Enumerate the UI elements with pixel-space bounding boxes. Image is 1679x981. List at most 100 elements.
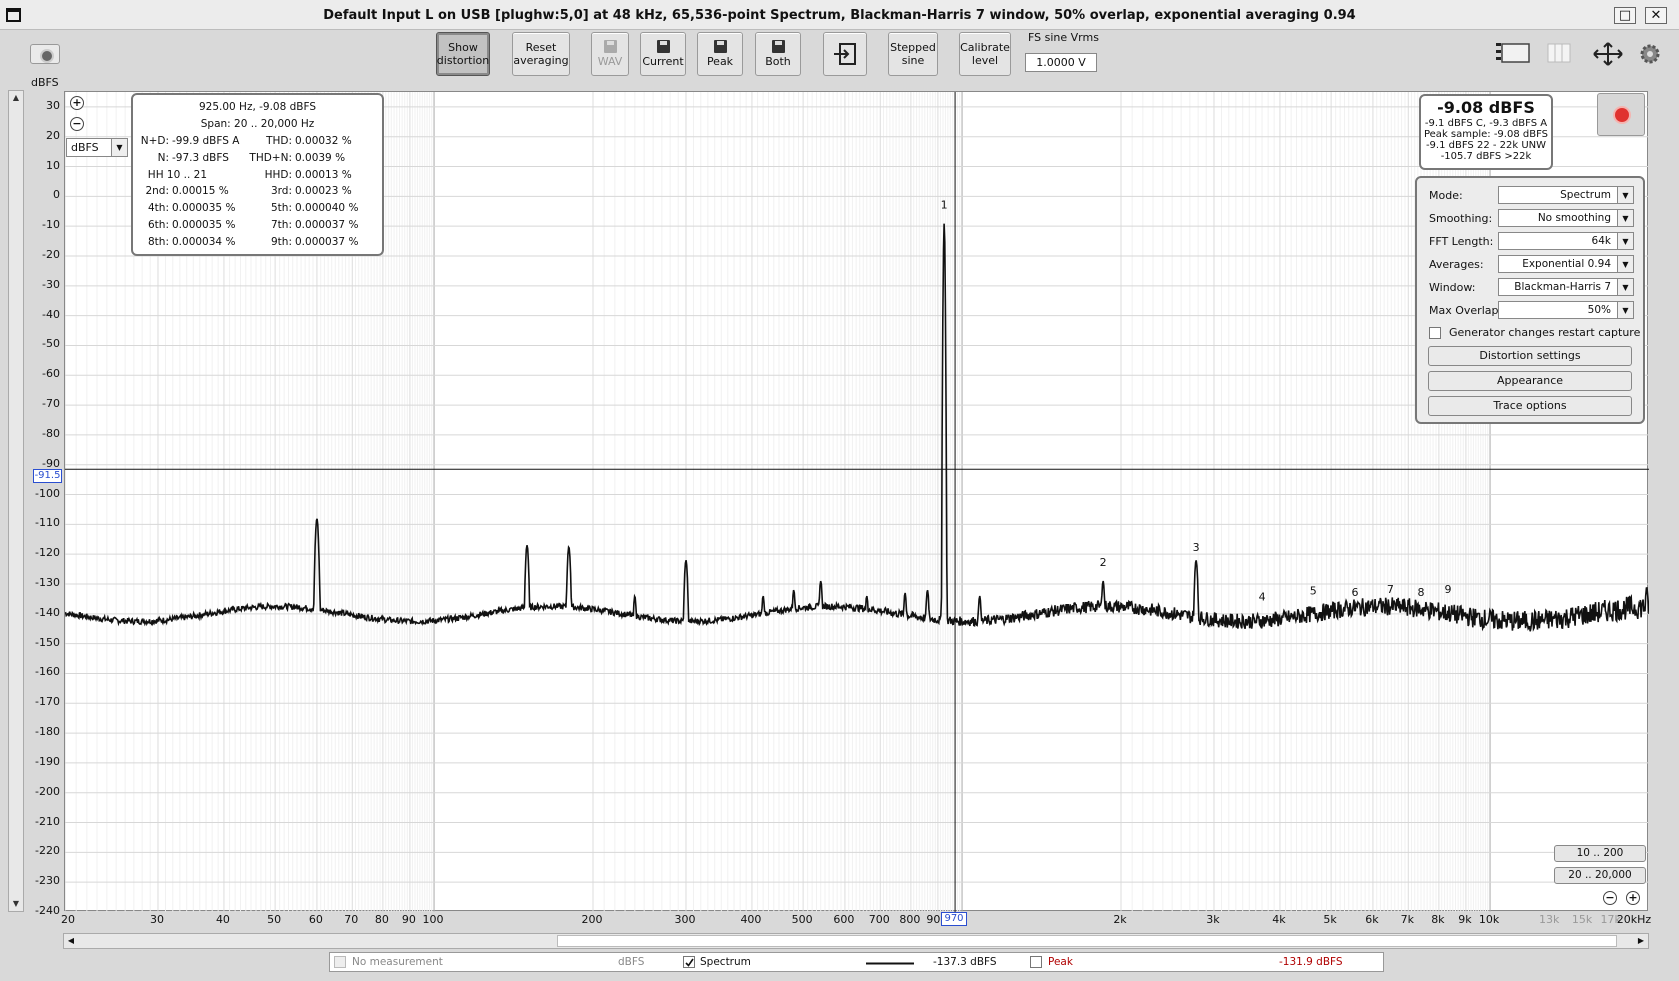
record-button[interactable] — [1597, 93, 1645, 136]
y-tick-label: -60 — [42, 367, 60, 381]
trace-options-button[interactable]: Trace options — [1428, 396, 1632, 416]
range-10-200-button[interactable]: 10 .. 200 — [1554, 845, 1646, 862]
cursor-level-readout[interactable]: -91.5 — [33, 469, 62, 483]
calibrate-level-button[interactable]: Calibrate level — [959, 32, 1011, 76]
chevron-down-icon: ▼ — [1617, 233, 1633, 249]
y-tick-label: -190 — [35, 754, 60, 768]
fit-arrows-icon[interactable] — [1590, 41, 1626, 67]
export-icon — [834, 43, 856, 65]
fft-length-select[interactable]: 64k ▼ — [1498, 232, 1634, 250]
reset-averaging-button[interactable]: Reset averaging — [512, 32, 570, 76]
spectrum-checkbox[interactable] — [683, 956, 695, 968]
restart-capture-checkbox[interactable] — [1429, 327, 1441, 339]
x-tick-label: 60 — [308, 913, 323, 926]
x-tick-label: 3k — [1206, 913, 1220, 926]
distortion-value: 0.00015 % — [172, 185, 229, 198]
scroll-down-arrow-icon[interactable]: ▼ — [9, 897, 23, 911]
horizontal-scrollbar[interactable]: ◀ ▶ — [63, 933, 1649, 949]
distortion-label: THD: — [266, 135, 292, 147]
averages-select[interactable]: Exponential 0.94 ▼ — [1498, 255, 1634, 273]
y-tick-label: -150 — [35, 635, 60, 649]
chevron-down-icon: ▼ — [1617, 279, 1633, 295]
smoothing-select-value: No smoothing — [1537, 212, 1611, 224]
window-select[interactable]: Blackman-Harris 7 ▼ — [1498, 278, 1634, 296]
harmonic-marker: 4 — [1259, 590, 1266, 603]
distortion-value: 0.000035 % — [172, 202, 236, 215]
scroll-right-arrow-icon[interactable]: ▶ — [1634, 934, 1648, 948]
y-tick-label: -90 — [42, 456, 60, 470]
max-overlap-select-value: 50% — [1587, 304, 1611, 316]
x-tick-label: 4k — [1272, 913, 1286, 926]
mode-select[interactable]: Spectrum ▼ — [1498, 186, 1634, 204]
distortion-settings-button[interactable]: Distortion settings — [1428, 346, 1632, 366]
peak-label: Peak — [1048, 956, 1073, 968]
save-peak-label: Peak — [706, 55, 734, 68]
distortion-label: 8th: — [148, 235, 169, 248]
save-wav-button[interactable]: WAV — [591, 32, 629, 76]
level-main-value: -9.08 dBFS — [1437, 98, 1535, 117]
columns-icon[interactable] — [1545, 41, 1573, 67]
distortion-label: 9th: — [271, 235, 292, 248]
harmonic-marker: 2 — [1100, 556, 1107, 569]
y-tick-label: -240 — [35, 904, 60, 917]
y-tick-label: -70 — [42, 397, 60, 411]
zoom-in-icon[interactable]: + — [70, 96, 84, 110]
chevron-down-icon: ▼ — [1617, 210, 1633, 226]
scroll-left-arrow-icon[interactable]: ◀ — [64, 934, 78, 948]
x-tick-label: 13k — [1539, 913, 1560, 926]
max-overlap-select[interactable]: 50% ▼ — [1498, 301, 1634, 319]
unit-select-value: dBFS — [71, 141, 99, 154]
vertical-scrollbar[interactable]: ▲ ▼ — [8, 90, 24, 912]
screenshot-camera-icon[interactable] — [30, 44, 60, 64]
y-tick-label: -130 — [35, 576, 60, 589]
layout-icon[interactable] — [1494, 41, 1532, 67]
restart-capture-label: Generator changes restart capture — [1449, 326, 1641, 339]
distortion-value: 0.0039 % — [295, 151, 346, 164]
graph-zoom-out-icon[interactable]: − — [1603, 891, 1617, 905]
range-20-20000-button[interactable]: 20 .. 20,000 — [1554, 867, 1646, 884]
x-tick-label: 8k — [1431, 913, 1445, 926]
stepped-sine-button[interactable]: Stepped sine — [888, 32, 938, 76]
zoom-out-icon[interactable]: − — [70, 117, 84, 131]
level-peak-sample: Peak sample: -9.08 dBFS — [1423, 129, 1548, 140]
show-distortion-button[interactable]: Show distortion — [436, 32, 490, 76]
averages-select-value: Exponential 0.94 — [1522, 258, 1611, 270]
fs-sine-label: FS sine Vrms — [1028, 31, 1099, 44]
scrollbar-thumb[interactable] — [557, 935, 1617, 947]
fs-sine-input[interactable]: 1.0000 V — [1025, 53, 1097, 72]
x-tick-label: 80 — [374, 913, 389, 926]
y-tick-label: -80 — [42, 426, 60, 440]
cursor-frequency-readout[interactable]: 970 — [941, 912, 967, 926]
save-current-button[interactable]: Current — [640, 32, 686, 76]
y-axis-unit-label: dBFS — [31, 76, 59, 89]
unit-select[interactable]: dBFS ▼ — [66, 138, 128, 157]
x-tick-label: 20kHz — [1616, 913, 1652, 926]
graph-zoom-in-icon[interactable]: + — [1626, 891, 1640, 905]
fundamental-readout: 925.00 Hz, -9.08 dBFS — [198, 101, 317, 113]
distortion-label: N: — [157, 151, 169, 164]
settings-gear-icon[interactable] — [1637, 41, 1663, 67]
export-button[interactable] — [823, 32, 867, 76]
y-tick-label: 0 — [53, 188, 60, 202]
save-both-button[interactable]: Both — [755, 32, 801, 76]
no-measurement-unit: dBFS — [618, 956, 645, 968]
x-tick-label: 800 — [899, 913, 921, 926]
y-tick-label: -120 — [35, 546, 60, 560]
maximize-button[interactable]: □ — [1614, 7, 1636, 24]
appearance-button[interactable]: Appearance — [1428, 371, 1632, 391]
distortion-label: 6th: — [148, 219, 169, 231]
smoothing-select[interactable]: No smoothing ▼ — [1498, 209, 1634, 227]
peak-checkbox[interactable] — [1030, 956, 1042, 968]
scroll-up-arrow-icon[interactable]: ▲ — [9, 91, 23, 105]
averages-label: Averages: — [1429, 258, 1484, 271]
mode-label: Mode: — [1429, 189, 1463, 202]
distortion-label: 5th: — [271, 202, 292, 215]
close-button[interactable]: ✕ — [1645, 7, 1667, 24]
save-peak-button[interactable]: Peak — [697, 32, 743, 76]
x-tick-label: 70 — [344, 913, 359, 926]
distortion-label: 3rd: — [270, 185, 292, 198]
no-measurement-checkbox[interactable] — [334, 956, 346, 968]
distortion-label: THD+N: — [249, 151, 292, 164]
spectrum-line-swatch — [866, 962, 914, 965]
y-tick-label: -220 — [35, 844, 60, 858]
